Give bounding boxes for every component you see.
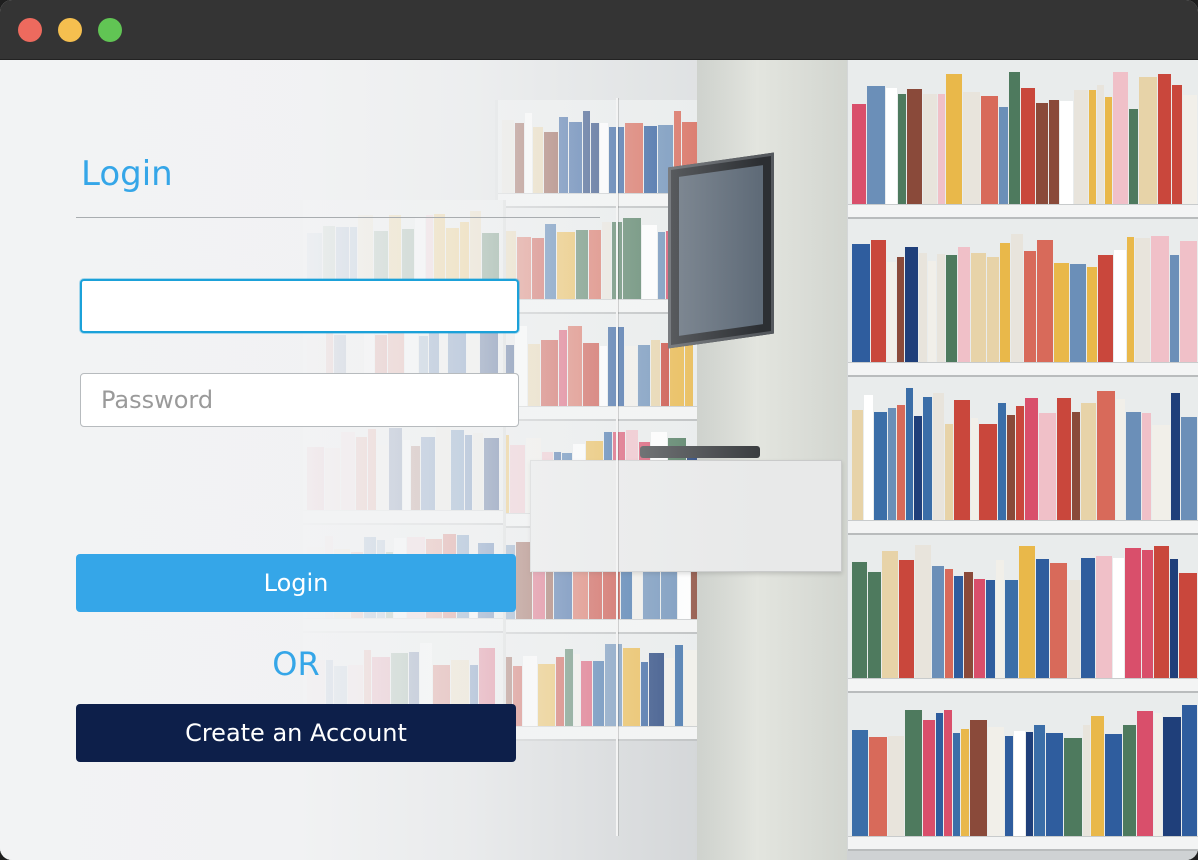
or-separator: OR [272,645,320,683]
title-bar [0,0,1198,60]
vertical-divider [616,98,618,836]
login-button[interactable]: Login [76,554,516,612]
close-window-button[interactable] [18,18,42,42]
password-input[interactable] [80,373,519,427]
app-window: Login Login OR Create an Account [0,0,1198,860]
zoom-window-button[interactable] [98,18,122,42]
create-account-button[interactable]: Create an Account [76,704,516,762]
login-title: Login [81,154,173,194]
username-input[interactable] [80,279,519,333]
title-divider [76,217,600,218]
minimize-window-button[interactable] [58,18,82,42]
